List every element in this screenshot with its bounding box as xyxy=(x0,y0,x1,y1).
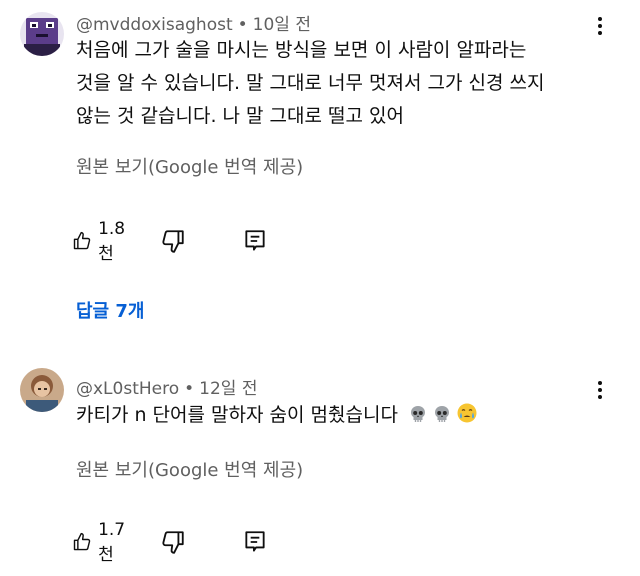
thumbs-up-icon xyxy=(73,231,91,250)
comment-meta: @mvddoxisaghost • 10일 전 xyxy=(76,10,311,35)
avatar-image xyxy=(20,368,64,412)
comment-time[interactable]: 12일 전 xyxy=(199,379,257,399)
reply-button[interactable] xyxy=(242,226,268,256)
more-actions-icon[interactable] xyxy=(588,14,612,42)
like-button[interactable]: 1.7천 xyxy=(72,520,131,565)
avatar[interactable] xyxy=(20,368,64,412)
thumbs-down-icon xyxy=(162,531,184,554)
author-name[interactable]: @xL0stHero xyxy=(76,379,179,399)
meta-separator: • xyxy=(237,15,248,35)
thumbs-up-icon xyxy=(73,532,91,551)
view-replies-button[interactable]: 답글 7개 xyxy=(76,297,144,323)
reply-comment-icon xyxy=(245,531,265,552)
like-count: 1.7천 xyxy=(98,519,126,565)
crying-face-emoji xyxy=(456,402,478,424)
skull-emoji xyxy=(432,404,452,424)
reply-comment-icon xyxy=(245,230,265,251)
like-count: 1.8천 xyxy=(98,218,126,264)
comment-time[interactable]: 10일 전 xyxy=(253,15,311,35)
like-button[interactable]: 1.8천 xyxy=(72,219,131,264)
reply-button[interactable] xyxy=(242,527,268,557)
avatar[interactable] xyxy=(20,12,64,56)
meta-separator: • xyxy=(184,379,195,399)
see-original-link[interactable]: 원본 보기(Google 번역 제공) xyxy=(76,456,303,482)
see-original-link[interactable]: 원본 보기(Google 번역 제공) xyxy=(76,153,303,179)
comment-meta: @xL0stHero • 12일 전 xyxy=(76,374,258,399)
dislike-button[interactable] xyxy=(160,527,186,557)
comment-text: 처음에 그가 술을 마시는 방식을 보면 이 사람이 알파라는 것을 알 수 있… xyxy=(76,39,545,127)
author-name[interactable]: @mvddoxisaghost xyxy=(76,15,233,35)
skull-emoji xyxy=(408,404,428,424)
dislike-button[interactable] xyxy=(160,226,186,256)
more-actions-icon[interactable] xyxy=(588,378,612,406)
comment-text: 카티가 n 단어를 말하자 숨이 멈췄습니다 xyxy=(76,404,398,426)
comment-text-row: 카티가 n 단어를 말하자 숨이 멈췄습니다 xyxy=(76,399,576,432)
avatar-image xyxy=(20,12,64,56)
thumbs-down-icon xyxy=(162,230,184,253)
